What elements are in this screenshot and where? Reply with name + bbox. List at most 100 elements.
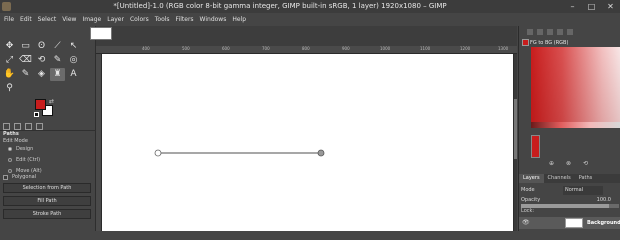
- horizontal-ruler[interactable]: 400 500 600 700 800 900 1000 1100 1200 1…: [96, 46, 517, 54]
- menu-colors[interactable]: Colors: [130, 13, 149, 26]
- menu-edit[interactable]: Edit: [20, 13, 32, 26]
- selection-from-path-button[interactable]: Selection from Path: [3, 183, 91, 193]
- restore-color-icon[interactable]: ⟲: [583, 160, 588, 167]
- menu-file[interactable]: File: [4, 13, 14, 26]
- default-colors-icon[interactable]: [34, 112, 39, 117]
- text-tool-icon[interactable]: A: [66, 68, 81, 81]
- tool-options-title: Paths: [3, 131, 19, 137]
- ruler-tick-label: 600: [222, 46, 230, 51]
- tab-layers[interactable]: Layers: [519, 174, 544, 183]
- opacity-value: 100.0: [596, 197, 611, 203]
- add-color-icon[interactable]: ⊕: [549, 160, 554, 167]
- mode-edit-label: Edit (Ctrl): [16, 157, 41, 163]
- paint-tool-icon[interactable]: ✎: [50, 54, 65, 67]
- fg-bg-colors[interactable]: ⇄: [33, 98, 57, 120]
- color-panel-actions: ⊕ ⊗ ⟲: [549, 160, 588, 167]
- mode-design-radio[interactable]: Design: [8, 146, 33, 152]
- path-anchor-end[interactable]: [317, 149, 325, 157]
- brushes-tab-icon[interactable]: [537, 29, 543, 35]
- fill-path-button[interactable]: Fill Path: [3, 196, 91, 206]
- layer-mode-row: Mode Normal: [521, 186, 619, 195]
- clone-tool-icon[interactable]: ✎: [18, 68, 33, 81]
- radio-off-icon: [8, 169, 12, 173]
- menu-windows[interactable]: Windows: [200, 13, 227, 26]
- window-title: *[Untitled]-1.0 (RGB color 8-bit gamma i…: [113, 2, 447, 10]
- menu-view[interactable]: View: [62, 13, 76, 26]
- warp-tool-icon[interactable]: ⌫: [18, 54, 33, 67]
- foreground-color-swatch[interactable]: [35, 99, 46, 110]
- menu-layer[interactable]: Layer: [107, 13, 124, 26]
- layer-name[interactable]: Background: [587, 217, 620, 229]
- stroke-path-button[interactable]: Stroke Path: [3, 209, 91, 219]
- color-panel-label: FG to BG (RGB): [530, 40, 569, 46]
- ruler-tick-label: 1200: [460, 46, 471, 51]
- vertical-scrollbar[interactable]: [514, 54, 517, 231]
- fonts-tab-icon[interactable]: [557, 29, 563, 35]
- visibility-eye-icon[interactable]: 👁: [522, 217, 530, 229]
- mode-label: Mode: [521, 187, 535, 193]
- right-dock: FG to BG (RGB) ⊕ ⊗ ⟲ Layers Channels Pat…: [518, 26, 620, 231]
- ruler-tick-label: 500: [182, 46, 190, 51]
- ruler-tick-label: 400: [142, 46, 150, 51]
- paths-tool-icon[interactable]: ♜: [50, 68, 65, 81]
- window-titlebar: *[Untitled]-1.0 (RGB color 8-bit gamma i…: [0, 0, 620, 13]
- current-color-swatch[interactable]: [531, 135, 540, 158]
- fuzzy-select-tool-icon[interactable]: ⟋: [50, 40, 65, 53]
- layer-mode-select[interactable]: Normal: [563, 186, 603, 195]
- crop-tool-icon[interactable]: ↖: [66, 40, 81, 53]
- smudge-tool-icon[interactable]: ✋: [2, 68, 17, 81]
- zoom-tool-icon[interactable]: ⚲: [2, 82, 17, 95]
- menu-tools[interactable]: Tools: [155, 13, 170, 26]
- rect-select-tool-icon[interactable]: ▭: [18, 40, 33, 53]
- polygonal-checkbox[interactable]: Polygonal: [3, 174, 36, 180]
- path-overlay: [154, 149, 325, 157]
- menu-filters[interactable]: Filters: [176, 13, 194, 26]
- move-tool-icon[interactable]: ✥: [2, 40, 17, 53]
- path-anchor-start[interactable]: [154, 149, 162, 157]
- checkbox-icon: [3, 174, 8, 180]
- dodge-tool-icon[interactable]: ◈: [34, 68, 49, 81]
- ruler-tick-label: 1000: [380, 46, 391, 51]
- ruler-tick-label: 800: [302, 46, 310, 51]
- image-tab-thumbnail[interactable]: [90, 27, 112, 40]
- layer-row[interactable]: 👁 Background: [519, 217, 620, 229]
- mode-edit-radio[interactable]: Edit (Ctrl): [8, 157, 40, 163]
- dock-tab-icons: [519, 27, 620, 37]
- ruler-tick-label: 700: [262, 46, 270, 51]
- toolbox: ✥ ▭ ʘ ⟋ ↖ ⤢ ⌫ ⟲ ✎ ◎ ✋ ✎ ◈ ♜ A ⚲ ⇄ Paths …: [0, 26, 96, 231]
- colors-tab-icon[interactable]: [527, 29, 533, 35]
- close-button[interactable]: ✕: [601, 0, 620, 13]
- tool-options-tab-icon[interactable]: [3, 123, 10, 130]
- gradients-tab-icon[interactable]: [567, 29, 573, 35]
- layers-dock-tabs: Layers Channels Paths: [519, 174, 620, 183]
- tab-paths[interactable]: Paths: [575, 174, 597, 183]
- undo-history-tab-icon[interactable]: [25, 123, 32, 130]
- scrollbar-thumb[interactable]: [514, 99, 517, 159]
- lasso-tool-icon[interactable]: ʘ: [34, 40, 49, 53]
- rotate-tool-icon[interactable]: ⟲: [34, 54, 49, 67]
- color-selector[interactable]: [531, 47, 620, 122]
- color-slider[interactable]: [531, 122, 620, 128]
- eraser-tool-icon[interactable]: ◎: [66, 54, 81, 67]
- tab-channels[interactable]: Channels: [544, 174, 575, 183]
- images-tab-icon[interactable]: [36, 123, 43, 130]
- patterns-tab-icon[interactable]: [547, 29, 553, 35]
- radio-on-icon: [8, 147, 12, 151]
- maximize-button[interactable]: □: [582, 0, 601, 13]
- unified-transform-tool-icon[interactable]: ⤢: [2, 54, 17, 67]
- menu-select[interactable]: Select: [38, 13, 57, 26]
- mode-design-label: Design: [16, 146, 34, 152]
- menu-bar: File Edit Select View Image Layer Colors…: [0, 13, 620, 26]
- device-status-tab-icon[interactable]: [14, 123, 21, 130]
- image-window: 400 500 600 700 800 900 1000 1100 1200 1…: [90, 26, 517, 231]
- menu-help[interactable]: Help: [232, 13, 246, 26]
- polygonal-label: Polygonal: [12, 174, 37, 180]
- swap-colors-icon[interactable]: ⇄: [49, 98, 54, 105]
- delete-color-icon[interactable]: ⊗: [566, 160, 571, 167]
- ruler-tick-label: 1100: [420, 46, 431, 51]
- image-canvas[interactable]: [102, 54, 513, 231]
- opacity-row: Opacity 100.0: [521, 197, 619, 208]
- layer-thumbnail: [565, 218, 583, 228]
- menu-image[interactable]: Image: [82, 13, 101, 26]
- minimize-button[interactable]: –: [563, 0, 582, 13]
